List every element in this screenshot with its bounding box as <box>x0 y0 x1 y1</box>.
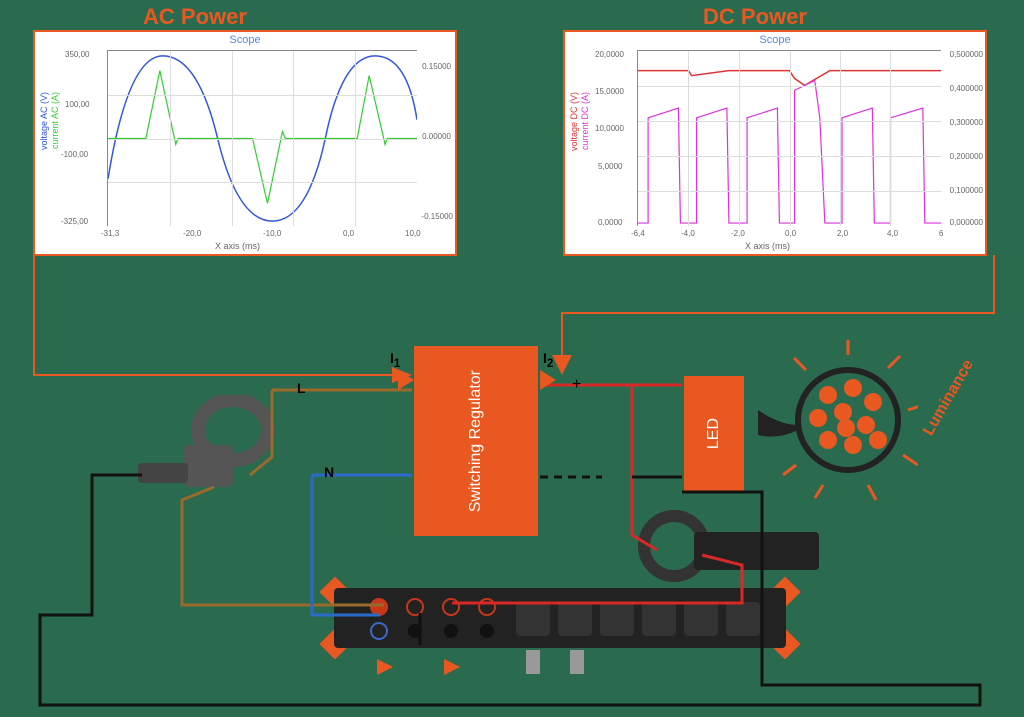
tick: 0.15000 <box>422 62 451 71</box>
tick: 350,00 <box>65 50 89 59</box>
tick: 0.00000 <box>422 132 451 141</box>
tick: 0,200000 <box>950 152 983 161</box>
ac-scope-panel: Scope voltage AC (V) current AC (A) X ax… <box>33 30 457 256</box>
tick: -2,0 <box>731 229 745 238</box>
tick: 0,100000 <box>950 186 983 195</box>
tick: -10,0 <box>263 229 281 238</box>
l-label: L <box>297 380 306 396</box>
dc-ylabel-voltage: voltage DC (V) <box>569 92 579 151</box>
ac-ylabel-voltage: voltage AC (V) <box>39 92 49 150</box>
plus-label: + <box>572 376 581 394</box>
tick: 6 <box>939 229 943 238</box>
tick: 0,0 <box>785 229 796 238</box>
dc-scope-panel: Scope voltage DC (V) current DC (A) X ax… <box>563 30 987 256</box>
tick: 20,0000 <box>595 50 624 59</box>
dc-chart-area <box>637 50 941 226</box>
tick: 15,0000 <box>595 87 624 96</box>
ac-chart-area <box>107 50 417 226</box>
tick: -31,3 <box>101 229 119 238</box>
tick: -6,4 <box>631 229 645 238</box>
tick: 0,000000 <box>950 218 983 227</box>
i2-label: I2 <box>543 350 553 370</box>
dc-scope-title: Scope <box>565 32 985 46</box>
dc-power-title: DC Power <box>680 4 830 30</box>
dc-xlabel: X axis (ms) <box>745 241 790 251</box>
tick: 10,0 <box>405 229 421 238</box>
i1-label: I1 <box>390 350 400 370</box>
ac-scope-title: Scope <box>35 32 455 46</box>
tick: 0,0 <box>343 229 354 238</box>
tick: 5,0000 <box>598 162 622 171</box>
arrow-i2-icon <box>540 370 556 390</box>
dc-ylabel-current: current DC (A) <box>580 92 590 150</box>
tick: 2,0 <box>837 229 848 238</box>
wiring-overlay <box>22 255 1022 715</box>
ac-ylabel-current: current AC (A) <box>50 92 60 149</box>
tick: 100,00 <box>65 100 89 109</box>
tick: 10,0000 <box>595 124 624 133</box>
tick: -20,0 <box>183 229 201 238</box>
tick: 0,400000 <box>950 84 983 93</box>
tick: -100,00 <box>61 150 88 159</box>
ac-power-title: AC Power <box>120 4 270 30</box>
tick: -0.15000 <box>421 212 453 221</box>
tick: 4,0 <box>887 229 898 238</box>
tick: -325,00 <box>61 217 88 226</box>
arrow-i1-icon <box>398 370 414 390</box>
tick: 0,0000 <box>598 218 622 227</box>
n-label: N <box>324 464 334 480</box>
tick: 0,300000 <box>950 118 983 127</box>
ac-xlabel: X axis (ms) <box>215 241 260 251</box>
tick: 0,500000 <box>950 50 983 59</box>
tick: -4,0 <box>681 229 695 238</box>
